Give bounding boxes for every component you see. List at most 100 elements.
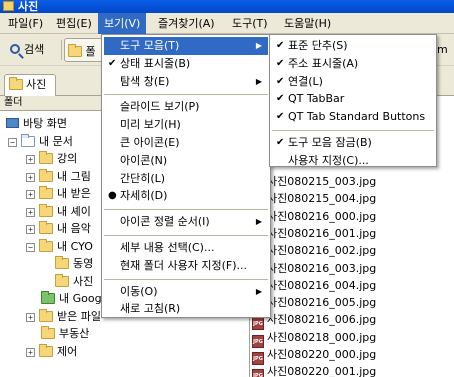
menu-item[interactable]: 사용자 지정(C)... [272, 152, 434, 170]
menu-favorites[interactable]: 즐겨찾기(A) [152, 13, 221, 34]
search-label: 검색 [24, 43, 45, 56]
menu-item[interactable]: 슬라이드 보기(P) [104, 98, 268, 116]
folders-button[interactable]: 폴 [64, 38, 104, 62]
tree-item[interactable]: + 내 받은 [26, 185, 91, 202]
menu-item[interactable]: 세부 내용 선택(C)... [104, 239, 268, 257]
tree-item[interactable]: + 제어 [26, 343, 77, 360]
expand-icon[interactable]: + [26, 190, 35, 199]
expand-icon[interactable]: + [26, 225, 35, 234]
tree-item-label: 내 받은 [57, 187, 91, 200]
desktop-icon [6, 118, 19, 128]
menu-item[interactable]: 새로 고침(R) [104, 300, 268, 318]
menu-item[interactable]: 현재 폴더 사용자 지정(F)... [104, 257, 268, 275]
folder-icon [39, 343, 53, 357]
tree-item-label: 부동산 [59, 327, 90, 340]
menu-item-label: 새로 고침(R) [120, 302, 181, 316]
expand-icon[interactable]: + [26, 172, 35, 182]
tree-item-label: 내 문서 [39, 134, 73, 148]
menu-item[interactable]: ✔ 상태 표시줄(B) [104, 55, 268, 73]
folder-icon [39, 203, 53, 217]
tree-item-label: 강의 [57, 152, 78, 165]
submenu-arrow-icon: ▶ [255, 286, 262, 296]
expand-icon[interactable]: + [26, 347, 35, 357]
menu-help[interactable]: 도움말(H) [278, 13, 337, 34]
menu-item-label: 자세히(D) [120, 189, 168, 203]
menu-item[interactable]: ✔ 도구 모음 잠금(B) [272, 134, 434, 152]
folder-icon [55, 256, 69, 269]
tree-item[interactable]: 바탕 화면 [6, 115, 67, 132]
search-button[interactable]: 검색 [10, 39, 44, 61]
file-row[interactable]: JPG 사진080218_000.jpg [250, 329, 377, 348]
menu-item[interactable]: 큰 아이콘(E) [104, 134, 268, 152]
file-name: 사진080218_000.jpg [267, 330, 377, 344]
tree-item[interactable]: + 내 음악 [26, 220, 91, 237]
file-name: 사진080220_000.jpg [267, 348, 377, 361]
collapse-icon[interactable]: − [26, 242, 35, 252]
menu-item[interactable]: ✔ 연결(L) [272, 73, 434, 91]
menu-item-label: 상태 표시줄(B) [120, 56, 191, 70]
file-row[interactable]: JPG 사진080220_001.jpg [250, 363, 376, 377]
tree-item[interactable]: 부동산 [26, 325, 89, 342]
file-row[interactable]: JPG 사진080220_000.jpg [250, 346, 377, 365]
submenu-arrow-icon: ▶ [255, 217, 262, 227]
tree-item[interactable]: 사진 [40, 273, 93, 290]
menu-item[interactable]: 탐색 창(E) ▶ [104, 73, 268, 91]
jpg-file-icon: JPG [252, 369, 264, 377]
tree-item-label: 동영 [73, 257, 94, 270]
tree-item-label: 사진 [73, 274, 94, 288]
menu-item[interactable]: 아이콘 정렬 순서(I) ▶ [104, 213, 268, 231]
folder-icon [55, 273, 69, 287]
menu-view[interactable]: 보기(V) [98, 13, 147, 34]
menu-item[interactable]: ✔ 표준 단추(S) [272, 37, 434, 55]
tree-item[interactable]: − 내 CYO [26, 238, 93, 255]
menu-item[interactable]: 도구 모음(T) ▶ [104, 37, 268, 55]
expand-icon[interactable]: + [26, 312, 35, 322]
collapse-icon[interactable]: − [8, 137, 17, 147]
menu-separator [104, 94, 268, 96]
tree-item[interactable]: + 내 셰이 [26, 203, 91, 220]
folder-icon [39, 151, 53, 164]
check-icon: ✔ [276, 137, 285, 148]
menu-tools[interactable]: 도구(T) [226, 13, 274, 34]
tree-item[interactable]: 동영 [40, 255, 93, 272]
tree-item[interactable]: + 내 그림 [26, 168, 91, 185]
menu-item-label: 사용자 지정(C)... [288, 153, 369, 167]
menu-item[interactable]: 간단히(L) [104, 170, 268, 188]
folder-icon [3, 1, 14, 11]
expand-icon[interactable]: + [26, 155, 35, 164]
menu-item-label: 이동(O) [120, 284, 158, 298]
tree-item[interactable]: − 내 문서 [8, 133, 73, 150]
tree-item-label: 내 셰이 [57, 204, 91, 218]
menu-item[interactable]: ✔ QT TabBar [272, 90, 434, 108]
menu-edit[interactable]: 편집(E) [50, 13, 98, 34]
menu-item[interactable]: 이동(O) ▶ [104, 283, 268, 301]
menu-item-label: 세부 내용 선택(C)... [120, 241, 215, 254]
folder-icon [68, 44, 82, 57]
menu-item[interactable]: 미리 보기(H) [104, 116, 268, 134]
toolbar-separator [61, 40, 62, 60]
check-icon: ✔ [276, 40, 285, 51]
menu-item-label: 표준 단추(S) [288, 39, 348, 52]
menu-item[interactable]: 아이콘(N) [104, 152, 268, 170]
menu-item-label: 아이콘 정렬 순서(I) [120, 215, 210, 229]
tree-item-label: 내 음악 [57, 222, 91, 235]
menu-file[interactable]: 파일(F) [2, 13, 49, 34]
tree-item[interactable]: + 강의 [26, 150, 77, 167]
menu-item[interactable]: ✔ QT Tab Standard Buttons [272, 108, 434, 126]
window-title: 사진 [18, 0, 39, 13]
file-name: 사진080216_001.jpg [267, 226, 377, 240]
menu-item[interactable]: ● 자세히(D) [104, 187, 268, 205]
expand-icon[interactable]: + [26, 207, 35, 217]
tab-photos[interactable]: 사진 [4, 74, 56, 96]
folder-icon [39, 238, 53, 252]
menu-item[interactable]: ✔ 주소 표시줄(A) [272, 55, 434, 73]
menu-item-label: 탐색 창(E) [120, 74, 170, 88]
file-name: 사진080216_003.jpg [267, 261, 377, 275]
tree-item[interactable]: + 받은 파일 [26, 308, 101, 325]
folder-icon [39, 308, 53, 322]
file-name: 사진080215_003.jpg [267, 175, 377, 188]
file-name: 사진080216_004.jpg [267, 278, 377, 292]
menu-separator [104, 209, 268, 211]
check-icon: ✔ [276, 75, 285, 87]
submenu-arrow-icon: ▶ [255, 41, 262, 50]
